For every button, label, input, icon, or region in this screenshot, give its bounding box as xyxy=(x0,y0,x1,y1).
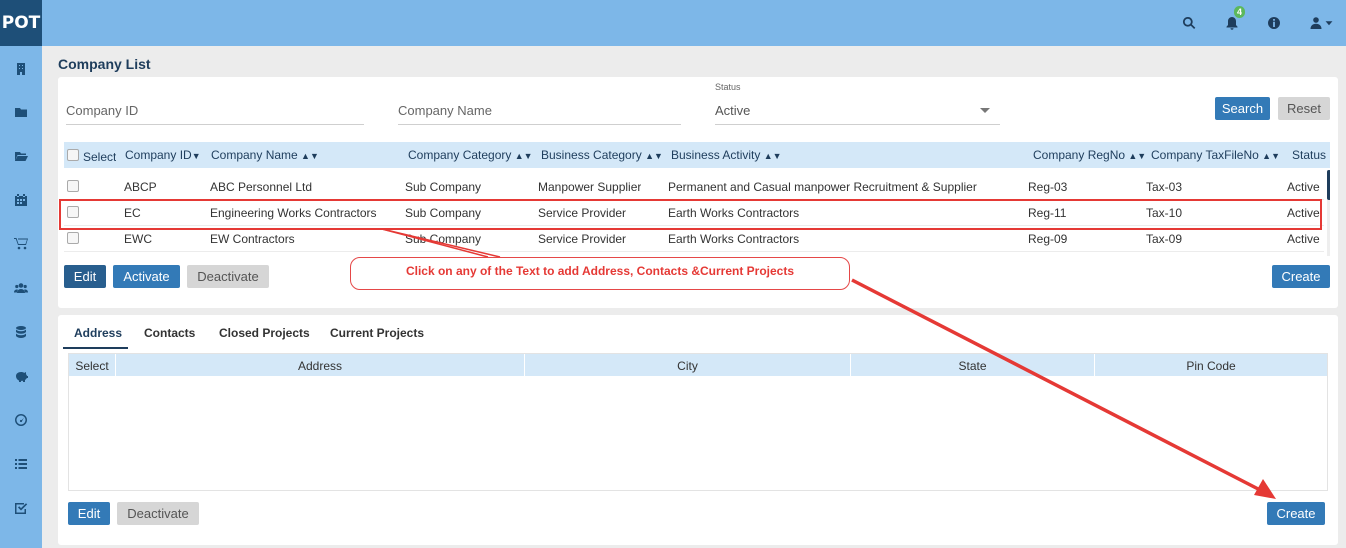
column-header-select: Select xyxy=(75,359,109,373)
tab-closed-projects[interactable]: Closed Projects xyxy=(219,321,310,349)
cell-regno[interactable]: Reg-03 xyxy=(1028,180,1067,194)
row-checkbox[interactable] xyxy=(67,232,79,244)
database-icon[interactable] xyxy=(0,320,42,344)
column-header-select: Select xyxy=(83,150,117,164)
sort-icon: ▲▼ xyxy=(645,151,663,161)
cell-taxno[interactable]: Tax-09 xyxy=(1146,232,1182,246)
sort-icon: ▲▼ xyxy=(1128,151,1147,161)
cell-company-id[interactable]: EC xyxy=(124,206,141,220)
company-detail-panel: Address Contacts Closed Projects Current… xyxy=(58,315,1338,545)
cell-business-activity[interactable]: Earth Works Contractors xyxy=(668,232,799,246)
sort-icon: ▲▼ xyxy=(763,151,782,161)
company-table: Select Company ID▼ Company Name ▲▼ Compa… xyxy=(64,142,1330,261)
tab-current-projects[interactable]: Current Projects xyxy=(330,321,424,349)
status-select-value: Active xyxy=(715,103,751,118)
table-scrollbar[interactable] xyxy=(1327,170,1330,256)
cell-status[interactable]: Active xyxy=(1287,206,1322,220)
page-title: Company List xyxy=(58,56,151,72)
sort-desc-icon: ▼ xyxy=(191,151,201,161)
column-header-address[interactable]: Address xyxy=(116,359,524,373)
folder-icon[interactable] xyxy=(0,100,42,124)
cell-taxno[interactable]: Tax-10 xyxy=(1146,206,1182,220)
column-header-company-id[interactable]: Company ID▼ xyxy=(125,148,201,162)
deactivate-company-button[interactable]: Deactivate xyxy=(187,265,269,288)
search-icon[interactable] xyxy=(1178,12,1200,34)
bell-icon[interactable]: 4 xyxy=(1221,6,1245,34)
notification-badge: 4 xyxy=(1233,6,1245,18)
users-icon[interactable] xyxy=(0,276,42,300)
building-icon[interactable] xyxy=(0,57,42,81)
status-select[interactable]: Active xyxy=(715,103,1000,125)
cell-company-name[interactable]: Engineering Works Contractors xyxy=(210,206,377,220)
chevron-down-icon[interactable] xyxy=(1322,12,1336,34)
sidebar: POT xyxy=(0,0,42,548)
cart-icon[interactable] xyxy=(0,231,42,255)
tab-contacts[interactable]: Contacts xyxy=(144,321,195,349)
create-address-button[interactable]: Create xyxy=(1267,502,1325,525)
column-header-state[interactable]: State xyxy=(851,359,1094,373)
status-label: Status xyxy=(715,82,741,92)
column-header-company-regno[interactable]: Company RegNo ▲▼ xyxy=(1033,148,1146,162)
column-header-business-category[interactable]: Business Category ▲▼ xyxy=(541,148,663,162)
checkbox-icon[interactable] xyxy=(0,496,42,520)
cell-company-category[interactable]: Sub Company xyxy=(405,232,481,246)
cell-business-category[interactable]: Manpower Supplier xyxy=(538,180,641,194)
edit-address-button[interactable]: Edit xyxy=(68,502,110,525)
cell-company-category[interactable]: Sub Company xyxy=(405,206,481,220)
calendar-icon[interactable] xyxy=(0,188,42,212)
column-header-city[interactable]: City xyxy=(525,359,850,373)
cell-company-id[interactable]: ABCP xyxy=(124,180,157,194)
edit-company-button[interactable]: Edit xyxy=(64,265,106,288)
column-header-company-name[interactable]: Company Name ▲▼ xyxy=(211,148,319,162)
app-logo[interactable]: POT xyxy=(0,0,42,46)
cell-business-activity[interactable]: Permanent and Casual manpower Recruitmen… xyxy=(668,180,977,194)
table-row[interactable]: ABCP ABC Personnel Ltd Sub Company Manpo… xyxy=(64,174,1324,200)
list-icon[interactable] xyxy=(0,452,42,476)
cell-status[interactable]: Active xyxy=(1287,180,1322,194)
company-name-input[interactable]: Company Name xyxy=(398,103,681,125)
dashboard-icon[interactable] xyxy=(0,408,42,432)
cell-status[interactable]: Active xyxy=(1287,232,1322,246)
column-header-company-taxfileno[interactable]: Company TaxFileNo ▲▼ xyxy=(1151,148,1280,162)
chevron-down-icon xyxy=(980,108,990,113)
column-header-pin-code[interactable]: Pin Code xyxy=(1095,359,1327,373)
sort-icon: ▲▼ xyxy=(514,151,533,161)
select-all-checkbox[interactable] xyxy=(67,149,79,161)
create-company-button[interactable]: Create xyxy=(1272,265,1330,288)
cell-business-activity[interactable]: Earth Works Contractors xyxy=(668,206,799,220)
cell-company-id[interactable]: EWC xyxy=(124,232,152,246)
sort-icon: ▲▼ xyxy=(1262,151,1280,161)
table-header: Select Company ID▼ Company Name ▲▼ Compa… xyxy=(64,142,1330,168)
annotation-callout: Click on any of the Text to add Address,… xyxy=(350,257,850,290)
table-header: Select Address City State Pin Code xyxy=(69,354,1327,376)
reset-button[interactable]: Reset xyxy=(1278,97,1330,120)
piggy-bank-icon[interactable] xyxy=(0,364,42,388)
cell-business-category[interactable]: Service Provider xyxy=(538,206,626,220)
cell-company-name[interactable]: ABC Personnel Ltd xyxy=(210,180,312,194)
table-row[interactable]: EWC EW Contractors Sub Company Service P… xyxy=(64,226,1324,252)
column-header-business-activity[interactable]: Business Activity ▲▼ xyxy=(671,148,782,162)
tab-address[interactable]: Address xyxy=(63,321,128,349)
column-header-company-category[interactable]: Company Category ▲▼ xyxy=(408,148,533,162)
row-checkbox[interactable] xyxy=(67,206,79,218)
cell-regno[interactable]: Reg-11 xyxy=(1028,206,1066,220)
table-row[interactable]: EC Engineering Works Contractors Sub Com… xyxy=(64,200,1324,226)
info-icon[interactable] xyxy=(1263,12,1285,34)
search-button[interactable]: Search xyxy=(1215,97,1270,120)
cell-taxno[interactable]: Tax-03 xyxy=(1146,180,1182,194)
row-checkbox[interactable] xyxy=(67,180,79,192)
folder-open-icon[interactable] xyxy=(0,144,42,168)
sort-icon: ▲▼ xyxy=(301,151,319,161)
company-id-input[interactable]: Company ID xyxy=(66,103,364,125)
column-header-status[interactable]: Status xyxy=(1292,148,1326,162)
cell-regno[interactable]: Reg-09 xyxy=(1028,232,1067,246)
cell-business-category[interactable]: Service Provider xyxy=(538,232,626,246)
cell-company-category[interactable]: Sub Company xyxy=(405,180,481,194)
deactivate-address-button[interactable]: Deactivate xyxy=(117,502,199,525)
activate-button[interactable]: Activate xyxy=(113,265,180,288)
address-table: Select Address City State Pin Code xyxy=(68,353,1328,491)
cell-company-name[interactable]: EW Contractors xyxy=(210,232,295,246)
scrollbar-thumb[interactable] xyxy=(1327,170,1330,200)
top-bar: 4 xyxy=(42,0,1346,46)
